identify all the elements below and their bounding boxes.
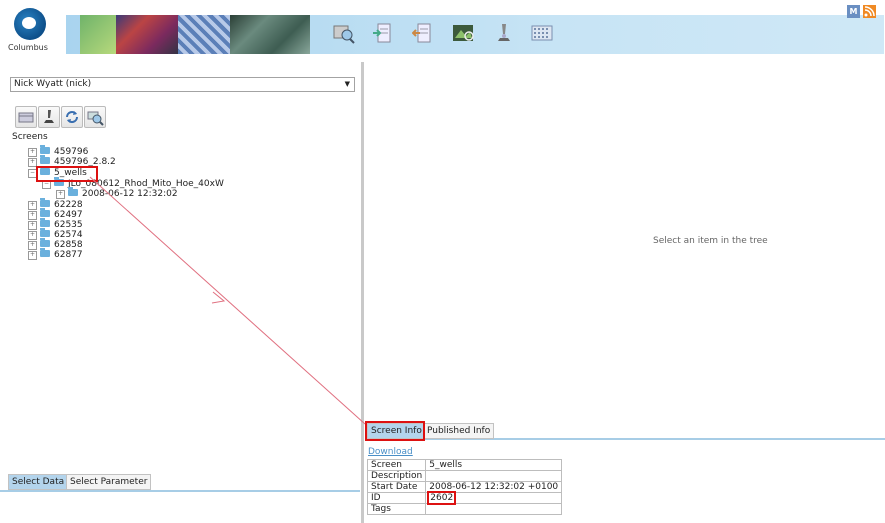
id-value: 2602 <box>427 491 457 505</box>
tree-node[interactable]: +62574 <box>28 228 83 240</box>
expand-icon[interactable]: + <box>28 201 37 210</box>
tree-node-label: 459796 <box>54 147 89 157</box>
tree-node[interactable]: +62535 <box>28 218 83 230</box>
header-bar: Columbus M <box>0 0 885 62</box>
info-value: 5_wells <box>425 459 563 471</box>
tree-node[interactable]: +62858 <box>28 238 83 250</box>
screens-label: Screens <box>12 132 48 142</box>
tab-published-info[interactable]: Published Info <box>423 423 495 439</box>
tree-node[interactable]: +2008-06-12 12:32:02 <box>56 187 178 199</box>
info-key: Description <box>366 470 427 482</box>
refresh-button[interactable] <box>61 106 83 128</box>
microscope-icon <box>44 110 54 123</box>
right-tabbar: Screen Info Published Info <box>365 423 885 440</box>
tree-node-label: 62877 <box>54 250 83 260</box>
image-analysis-icon[interactable] <box>452 22 476 44</box>
import-icon[interactable] <box>372 22 396 44</box>
columbus-logo-icon <box>14 8 46 40</box>
selection-highlight <box>36 166 98 182</box>
banner-image-1 <box>80 15 116 54</box>
rss-icon[interactable] <box>863 5 876 18</box>
search-plate-icon[interactable] <box>332 22 356 44</box>
logo-text: Columbus <box>8 43 48 52</box>
panel-divider[interactable] <box>361 62 364 523</box>
folder-icon <box>40 248 50 257</box>
tab-select-data[interactable]: Select Data <box>8 474 69 490</box>
export-icon[interactable] <box>412 22 436 44</box>
tab-highlight <box>365 421 425 441</box>
search-icon <box>87 111 104 126</box>
info-key: Tags <box>366 503 427 515</box>
refresh-icon <box>66 111 78 123</box>
info-value: 2602 <box>425 491 563 505</box>
rss-glyph-icon <box>864 6 875 17</box>
dropdown-arrow-icon: ▼ <box>344 80 350 88</box>
search-button[interactable] <box>84 106 106 128</box>
info-key: Start Date <box>366 481 427 493</box>
info-key: Screen <box>366 459 427 471</box>
info-key: ID <box>366 492 427 504</box>
tree-node-label: 62228 <box>54 200 83 210</box>
folder-icon <box>40 238 50 247</box>
bottom-left-panel: Select Data Select Parameter <box>0 474 360 523</box>
folder-icon <box>40 145 50 154</box>
table-row: Tags <box>366 503 563 515</box>
table-row: ID 2602 <box>366 491 563 505</box>
table-row: Start Date 2008-06-12 12:32:02 +0100 <box>366 481 563 493</box>
plate-button[interactable] <box>15 106 37 128</box>
folder-icon <box>68 187 78 196</box>
info-value: 2008-06-12 12:32:02 +0100 <box>425 481 563 493</box>
plate-grid-icon[interactable] <box>530 22 554 44</box>
expand-icon[interactable]: + <box>28 241 37 250</box>
user-select-value: Nick Wyatt (nick) <box>14 79 92 89</box>
table-row: Description <box>366 470 563 482</box>
left-panel: Nick Wyatt (nick) ▼ Screens +459796 +459… <box>0 62 360 462</box>
m-button[interactable]: M <box>847 5 860 18</box>
folder-icon <box>40 208 50 217</box>
empty-message: Select an item in the tree <box>653 236 768 246</box>
download-link[interactable]: Download <box>368 447 413 457</box>
tree-node[interactable]: +62877 <box>28 248 83 260</box>
bottom-left-tabbar: Select Data Select Parameter <box>0 474 360 492</box>
tree-node-label: 62858 <box>54 240 83 250</box>
info-table: Screen 5_wells Description Start Date 2008… <box>366 459 563 515</box>
expand-icon[interactable]: + <box>28 221 37 230</box>
expand-icon[interactable]: + <box>28 148 37 157</box>
tree-node-label: 2008-06-12 12:32:02 <box>82 189 178 199</box>
banner-image-3 <box>178 15 230 54</box>
expand-icon[interactable]: + <box>28 211 37 220</box>
screen-info-panel: Screen Info Published Info Download Scre… <box>365 421 885 523</box>
tree-node[interactable]: +62228 <box>28 198 83 210</box>
banner-image-4 <box>230 15 310 54</box>
expand-icon[interactable]: + <box>56 190 65 199</box>
tree-node[interactable]: +459796 <box>28 145 89 157</box>
folder-icon <box>40 218 50 227</box>
expand-icon[interactable]: + <box>28 251 37 260</box>
tree-node[interactable]: +62497 <box>28 208 83 220</box>
expand-icon[interactable]: + <box>28 231 37 240</box>
microscope-button[interactable] <box>38 106 60 128</box>
microscope-icon[interactable] <box>492 22 516 44</box>
banner-image-2 <box>116 15 178 54</box>
table-row: Screen 5_wells <box>366 459 563 471</box>
tree-node-label: 62497 <box>54 210 83 220</box>
tree-node-label: 62535 <box>54 220 83 230</box>
info-value <box>425 470 563 482</box>
folder-icon <box>40 228 50 237</box>
tree-node-label: 62574 <box>54 230 83 240</box>
folder-icon <box>40 155 50 164</box>
info-value <box>425 503 563 515</box>
folder-icon <box>40 198 50 207</box>
plate-icon <box>18 112 34 123</box>
user-select[interactable]: Nick Wyatt (nick) ▼ <box>10 77 355 92</box>
tab-select-parameter[interactable]: Select Parameter <box>66 474 152 490</box>
